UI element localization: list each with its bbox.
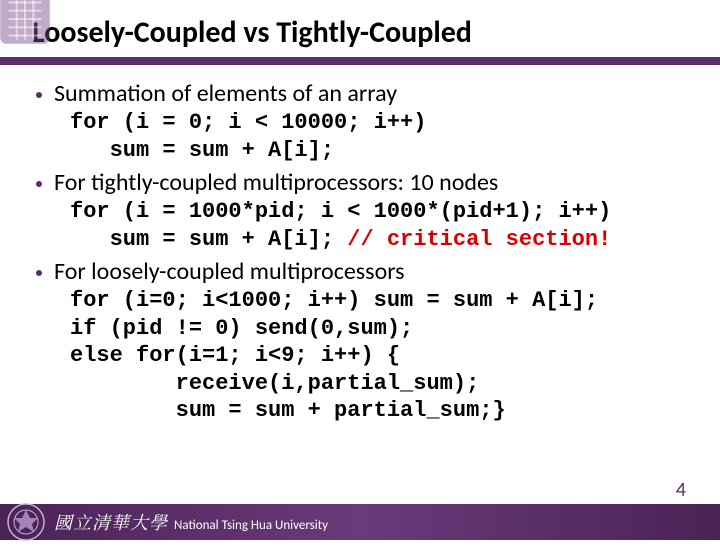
bullet-dot-icon [36,181,42,187]
corner-university-seal-icon [0,0,56,50]
critical-section-comment: // critical section! [347,227,611,252]
bullet-1-text: Summation of elements of an array [54,79,397,109]
bullet-dot-icon [36,270,42,276]
footer-university-name: 國立清華大學 National Tsing Hua University [54,509,328,535]
bullet-3-text: For loosely-coupled multiprocessors [54,257,405,287]
university-name-english: National Tsing Hua University [174,518,328,533]
slide-title: Loosely-Coupled vs Tightly-Coupled [0,0,720,57]
slide-footer: 國立清華大學 National Tsing Hua University [0,492,720,540]
university-seal-icon [6,502,46,542]
code-block-3: for (i=0; i<1000; i++) sum = sum + A[i];… [70,287,692,425]
slide-content: Summation of elements of an array for (i… [0,65,720,425]
bullet-2: For tightly-coupled multiprocessors: 10 … [36,168,692,198]
bullet-3: For loosely-coupled multiprocessors [36,257,692,287]
code-block-2: for (i = 1000*pid; i < 1000*(pid+1); i++… [70,198,692,253]
bullet-dot-icon [36,92,42,98]
university-name-chinese: 國立清華大學 [54,509,168,535]
bullet-2-text: For tightly-coupled multiprocessors: 10 … [54,168,498,198]
footer-strip: 國立清華大學 National Tsing Hua University [0,504,720,540]
title-underline [0,57,720,65]
bullet-1: Summation of elements of an array [36,79,692,109]
code-block-1: for (i = 0; i < 10000; i++) sum = sum + … [70,109,692,164]
